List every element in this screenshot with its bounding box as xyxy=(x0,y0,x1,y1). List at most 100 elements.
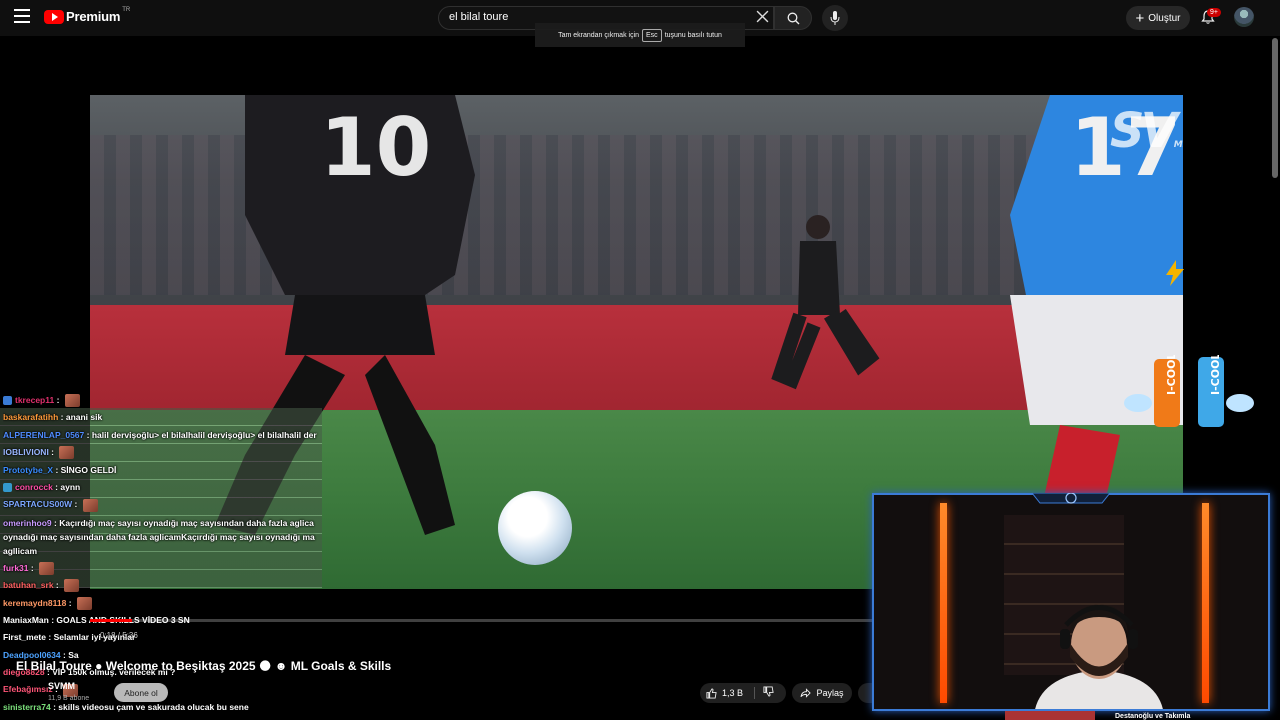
chat-message: Prototybe_X : SİNGO GELDİ xyxy=(3,462,325,479)
chat-separator: : xyxy=(66,597,74,608)
video-watermark: SVMM xyxy=(1110,103,1183,159)
chat-username[interactable]: ManiaxMan xyxy=(3,615,49,625)
chat-separator: : xyxy=(54,395,62,405)
chat-separator: : xyxy=(53,464,61,475)
chat-text: halil dervişoğlu> el bilalhalil dervişoğ… xyxy=(91,429,317,440)
logo-region: TR xyxy=(122,6,131,13)
plus-icon: + xyxy=(1135,9,1145,27)
toast-text-after: tuşunu basılı tutun xyxy=(664,31,722,39)
chat-emote-icon xyxy=(64,579,80,593)
energy-drink-icon: I-COOL I-COOL xyxy=(1124,355,1254,427)
watermark-sub: MM xyxy=(1173,140,1183,150)
chat-username[interactable]: furk31 xyxy=(3,563,29,573)
account-avatar[interactable] xyxy=(1234,7,1254,27)
chat-separator: : xyxy=(84,429,92,440)
video-progress-fill xyxy=(90,619,133,622)
search-input[interactable] xyxy=(449,11,749,23)
thumbs-up-icon xyxy=(706,687,717,699)
chat-username[interactable]: sinisterra74 xyxy=(3,702,51,712)
chat-username[interactable]: IOBLIVIONI xyxy=(3,447,49,457)
chat-emote-icon xyxy=(82,498,98,512)
chat-username[interactable]: conrocck xyxy=(15,482,53,492)
dislike-button[interactable] xyxy=(755,684,774,702)
chat-emote-icon xyxy=(39,561,55,575)
chat-separator: : xyxy=(53,580,62,591)
chat-emote-icon xyxy=(76,596,92,610)
chat-username[interactable]: baskarafatihh xyxy=(3,412,58,422)
suggested-video-thumbnail[interactable] xyxy=(1005,711,1095,720)
voice-search-button[interactable] xyxy=(822,5,848,31)
chat-username[interactable]: Efebağımsız xyxy=(3,684,53,694)
channel-name[interactable]: SVMM xyxy=(48,681,75,691)
svg-text:10: 10 xyxy=(320,101,431,194)
youtube-premium-logo[interactable]: Premium TR xyxy=(44,6,131,24)
share-label: Paylaş xyxy=(816,688,844,698)
webcam-frame-logo-icon xyxy=(1031,493,1111,504)
chat-username[interactable]: tkrecep11 xyxy=(15,395,54,405)
chat-emote-icon xyxy=(59,446,75,460)
like-button[interactable]: 1,3 B xyxy=(700,687,754,699)
microphone-icon xyxy=(830,11,840,25)
video-time: 0:18 / 5:36 xyxy=(100,631,138,640)
search-button[interactable] xyxy=(774,6,812,30)
chat-message: First_mete : Selamlar iyi yayınlar xyxy=(3,629,325,646)
suggested-video-title[interactable]: Destanoğlu ve Takımla xyxy=(1115,713,1190,720)
channel-subscribers: 11,9 B abone xyxy=(48,695,90,702)
video-progress-bar[interactable] xyxy=(90,619,875,622)
create-label: Oluştur xyxy=(1148,12,1181,24)
chat-message: conrocck : aynn xyxy=(3,479,325,496)
create-button[interactable]: + Oluştur xyxy=(1126,6,1190,30)
svg-text:I-COOL: I-COOL xyxy=(1165,355,1178,395)
chat-username[interactable]: First_mete xyxy=(3,632,46,642)
chat-username[interactable]: SPARTACUS00W xyxy=(3,499,72,509)
streamer-webcam xyxy=(872,493,1270,711)
chat-message: tkrecep11 : xyxy=(3,392,325,409)
like-count: 1,3 B xyxy=(722,688,744,698)
chat-separator: : xyxy=(72,499,80,510)
chat-emote-icon xyxy=(64,394,80,408)
chat-message: SPARTACUS00W : xyxy=(3,496,325,513)
share-button[interactable]: Paylaş xyxy=(792,683,852,703)
youtube-play-icon xyxy=(44,9,64,24)
chat-username[interactable]: ALPERENLAP_0567 xyxy=(3,430,84,440)
chat-separator: : xyxy=(46,632,54,643)
fullscreen-exit-toast: Tam ekrandan çıkmak için Esc tuşunu bası… xyxy=(535,23,745,47)
chat-message: omerinhoo9 : Kaçırdığı maç sayısı oynadı… xyxy=(3,514,325,560)
logo-text: Premium xyxy=(66,9,121,24)
chat-text: skills videosu çam ve sakurada olucak bu… xyxy=(58,701,249,712)
search-icon xyxy=(787,12,800,25)
chat-separator: : xyxy=(28,562,37,573)
chat-text: aynn xyxy=(60,481,81,492)
subscribe-button[interactable]: Abone ol xyxy=(114,683,168,702)
webcam-led-right xyxy=(1202,503,1209,703)
chat-message: batuhan_srk : xyxy=(3,577,325,594)
chat-message: IOBLIVIONI : xyxy=(3,444,325,461)
chat-badge-icon xyxy=(3,396,12,406)
chat-separator: : xyxy=(48,447,57,458)
watermark-text: SV xyxy=(1110,103,1178,159)
share-arrow-icon xyxy=(800,688,812,698)
chat-username[interactable]: Prototybe_X xyxy=(3,465,53,475)
chat-message: keremaydn8118 : xyxy=(3,595,325,612)
chat-text: anani sik xyxy=(65,412,103,423)
esc-key: Esc xyxy=(642,28,662,42)
thumbs-down-icon xyxy=(763,686,774,697)
toast-text-before: Tam ekrandan çıkmak için xyxy=(558,31,640,39)
menu-icon[interactable] xyxy=(14,9,30,23)
chat-separator: : xyxy=(58,412,66,423)
chat-username[interactable]: omerinhoo9 xyxy=(3,518,52,528)
chat-message: ALPERENLAP_0567 : halil dervişoğlu> el b… xyxy=(3,427,325,444)
page-scrollbar[interactable] xyxy=(1272,38,1278,178)
chat-message: furk31 : xyxy=(3,560,325,577)
video-player-background xyxy=(771,215,880,390)
chat-badge-icon xyxy=(3,483,12,493)
video-title: El Bilal Toure ● Welcome to Beşiktaş 202… xyxy=(16,659,392,673)
notifications-badge: 9+ xyxy=(1207,8,1221,17)
webcam-streamer xyxy=(1035,604,1163,709)
lightning-icon xyxy=(1166,260,1184,286)
chat-message: baskarafatihh : anani sik xyxy=(3,409,325,426)
chat-username[interactable]: keremaydn8118 xyxy=(3,598,66,608)
clear-search-icon[interactable] xyxy=(756,10,769,23)
svg-text:I-COOL: I-COOL xyxy=(1209,355,1222,395)
chat-username[interactable]: batuhan_srk xyxy=(3,580,54,590)
